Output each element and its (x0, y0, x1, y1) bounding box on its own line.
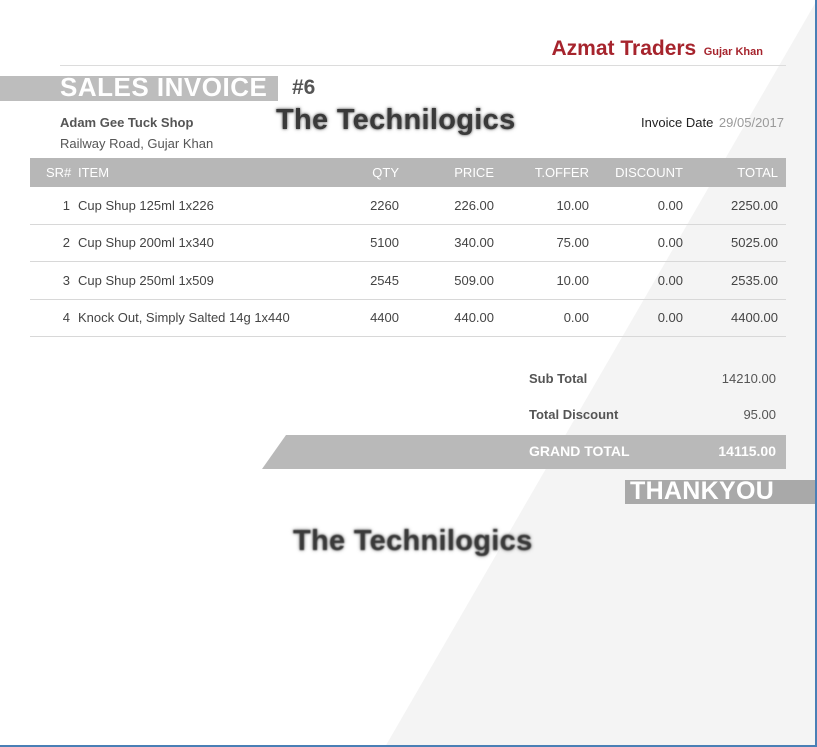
cell-price: 226.00 (454, 197, 494, 213)
invoice-number: #6 (292, 76, 316, 99)
grand-total-bar (262, 435, 786, 469)
cell-offer: 10.00 (556, 272, 589, 288)
grand-total-label: GRAND TOTAL (529, 443, 630, 459)
cell-discount: 0.00 (657, 272, 683, 288)
table-row: 2 Cup Shup 200ml 1x340 5100 340.00 75.00… (30, 225, 786, 262)
header-qty: QTY (372, 165, 399, 180)
invoice-title: SALES INVOICE (60, 72, 268, 102)
company-header: Azmat Traders Gujar Khan (552, 37, 763, 61)
cell-sr: 3 (62, 272, 70, 288)
cell-sr: 2 (62, 235, 70, 251)
cell-item: Knock Out, Simply Salted 14g 1x440 (78, 310, 290, 326)
cell-item: Cup Shup 125ml 1x226 (78, 197, 214, 213)
header-discount: DISCOUNT (615, 165, 683, 180)
cell-price: 340.00 (454, 235, 494, 251)
cell-sr: 1 (62, 197, 70, 213)
cell-qty: 2545 (370, 272, 399, 288)
header-price: PRICE (454, 165, 494, 180)
cell-total: 2535.00 (731, 272, 778, 288)
cell-qty: 5100 (370, 235, 399, 251)
cell-discount: 0.00 (657, 310, 683, 326)
cell-total: 5025.00 (731, 235, 778, 251)
header-offer: T.OFFER (534, 165, 589, 180)
invoice-date-label: Invoice Date (641, 115, 714, 130)
header-total: TOTAL (737, 165, 778, 180)
cell-price: 509.00 (454, 272, 494, 288)
watermark-top: The Technilogics (276, 104, 516, 136)
invoice-page: Azmat Traders Gujar Khan SALES INVOICE #… (0, 0, 817, 747)
table-row: 3 Cup Shup 250ml 1x509 2545 509.00 10.00… (30, 262, 786, 300)
cell-sr: 4 (62, 310, 70, 326)
total-discount-label: Total Discount (529, 407, 619, 422)
grand-total-value: 14115.00 (718, 443, 776, 459)
cell-discount: 0.00 (657, 235, 683, 251)
cell-offer: 10.00 (556, 197, 589, 213)
table-row: 4 Knock Out, Simply Salted 14g 1x440 440… (30, 300, 786, 337)
total-discount-value: 95.00 (743, 407, 776, 422)
cell-price: 440.00 (454, 310, 494, 326)
cell-discount: 0.00 (657, 197, 683, 213)
cell-qty: 2260 (370, 197, 399, 213)
cell-offer: 0.00 (563, 310, 589, 326)
subtotal-label: Sub Total (529, 371, 588, 386)
cell-item: Cup Shup 250ml 1x509 (78, 272, 214, 288)
cell-qty: 4400 (370, 310, 399, 326)
invoice-date: Invoice Date 29/05/2017 (641, 115, 784, 130)
header-divider (60, 65, 786, 66)
cell-offer: 75.00 (556, 235, 589, 251)
company-city: Gujar Khan (703, 46, 763, 58)
cell-total: 4400.00 (731, 310, 778, 326)
cell-total: 2250.00 (731, 197, 778, 213)
items-table: SR# ITEM QTY PRICE T.OFFER DISCOUNT TOTA… (30, 158, 786, 337)
customer-name: Adam Gee Tuck Shop (60, 115, 194, 130)
invoice-date-value: 29/05/2017 (718, 115, 784, 130)
cell-item: Cup Shup 200ml 1x340 (78, 235, 214, 251)
customer-address: Railway Road, Gujar Khan (60, 136, 214, 151)
table-header: SR# ITEM QTY PRICE T.OFFER DISCOUNT TOTA… (30, 158, 786, 187)
subtotal-value: 14210.00 (721, 371, 776, 386)
thankyou-text: THANKYOU (630, 477, 775, 505)
header-item: ITEM (78, 165, 110, 180)
watermark-bottom: The Technilogics (293, 525, 533, 557)
header-sr: SR# (46, 165, 72, 180)
company-name: Azmat Traders (551, 37, 697, 60)
table-row: 1 Cup Shup 125ml 1x226 2260 226.00 10.00… (30, 187, 786, 225)
